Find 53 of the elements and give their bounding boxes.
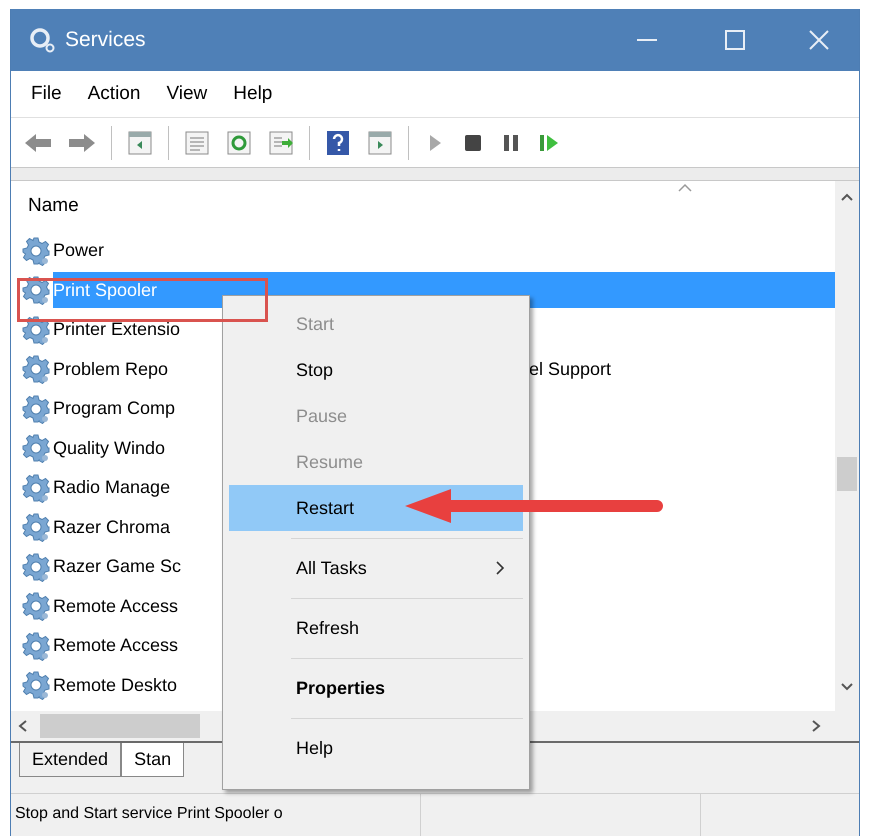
export-list-icon[interactable] — [267, 128, 295, 156]
service-gear-icon — [21, 314, 51, 345]
service-gear-icon — [21, 512, 51, 542]
window-title: Services — [65, 27, 146, 54]
service-gear-icon — [21, 433, 51, 464]
properties-icon[interactable] — [183, 128, 211, 156]
service-name[interactable]: Radio Manage — [53, 477, 170, 498]
service-name[interactable]: Remote Deskto — [53, 674, 178, 695]
service-name[interactable]: Printer Extensio — [53, 319, 180, 340]
maximize-icon — [725, 30, 745, 50]
menu-item[interactable]: Action — [78, 80, 150, 108]
status-text: Stop and Start service Print Spooler o — [11, 794, 421, 836]
menu-item[interactable]: View — [156, 80, 218, 108]
scroll-up-icon[interactable] — [840, 191, 854, 203]
service-gear-icon — [21, 394, 51, 424]
service-gear-icon — [21, 275, 51, 306]
menu-item[interactable]: Stop — [229, 347, 523, 393]
menu-item[interactable]: File — [21, 80, 72, 108]
service-name[interactable]: Razer Game Sc — [53, 556, 182, 576]
service-name: el Support — [529, 358, 612, 381]
scroll-down-icon[interactable] — [840, 681, 854, 693]
service-gear-icon — [21, 472, 51, 503]
close-icon — [808, 29, 830, 51]
menu-item[interactable]: All Tasks — [229, 545, 523, 591]
console-tree-icon[interactable] — [126, 128, 154, 156]
column-header[interactable]: Name — [28, 192, 79, 220]
minimize-icon — [637, 38, 657, 42]
vertical-scrollbar[interactable] — [835, 181, 859, 741]
service-gear-icon — [21, 236, 51, 266]
service-name[interactable]: Power — [53, 240, 104, 260]
scrollbar-thumb[interactable] — [40, 714, 200, 738]
service-name[interactable]: Problem Repo — [53, 358, 168, 379]
service-name[interactable]: Quality Windo — [53, 438, 166, 458]
service-gear-icon — [21, 630, 51, 661]
menu-item[interactable]: Help — [223, 80, 282, 108]
service-gear-icon — [21, 552, 51, 582]
service-name[interactable]: Remote Access — [53, 635, 178, 656]
help-icon[interactable] — [324, 128, 352, 156]
service-name[interactable]: Program Comp — [53, 398, 176, 418]
menu-item[interactable]: Refresh — [229, 605, 523, 651]
menu-item[interactable]: Properties — [229, 665, 523, 711]
action-pane-icon[interactable] — [366, 128, 394, 156]
service-name[interactable]: Remote Access — [53, 596, 178, 616]
service-gear-icon — [21, 591, 51, 622]
service-name[interactable]: Razer Chroma — [53, 516, 170, 537]
submenu-chevron-icon — [495, 560, 505, 576]
scrollbar-thumb[interactable] — [837, 457, 857, 491]
tab[interactable]: Stan — [121, 743, 184, 777]
service-gear-icon — [21, 670, 51, 700]
menu-item[interactable]: Help — [229, 725, 523, 771]
tab[interactable]: Extended — [19, 743, 122, 777]
service-gear-icon — [21, 354, 51, 384]
refresh-icon[interactable] — [225, 128, 253, 156]
